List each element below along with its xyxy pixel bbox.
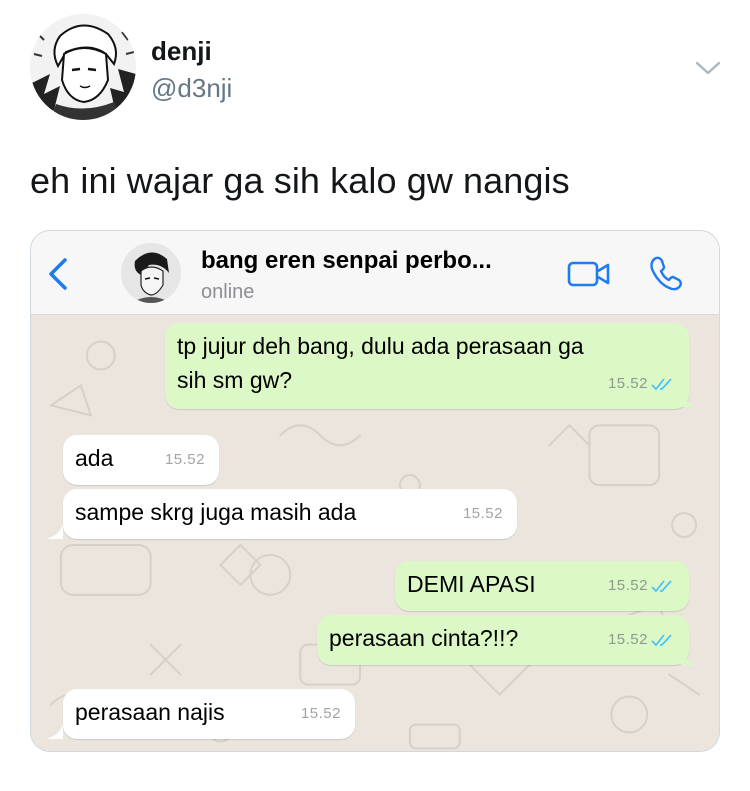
- contact-status: online: [201, 281, 255, 303]
- display-name[interactable]: denji: [151, 36, 212, 67]
- contact-name[interactable]: bang eren senpai perbo...: [201, 247, 492, 275]
- message-text: tp jujur deh bang, dulu ada perasaan ga: [177, 333, 584, 359]
- contact-avatar-icon[interactable]: [121, 243, 181, 303]
- message-incoming[interactable]: sampe skrg juga masih ada 15.52: [63, 489, 517, 539]
- message-outgoing[interactable]: perasaan cinta?!!? 15.52: [317, 615, 689, 665]
- double-check-icon: [651, 634, 672, 647]
- chat-header: bang eren senpai perbo... online: [31, 231, 719, 315]
- message-time: 15.52: [607, 375, 648, 392]
- user-handle[interactable]: @d3nji: [151, 73, 232, 104]
- profile-avatar-icon[interactable]: [30, 14, 136, 120]
- back-chevron-icon[interactable]: [45, 257, 71, 291]
- phone-call-icon[interactable]: [648, 255, 684, 291]
- message-text: sih sm gw?: [177, 367, 293, 393]
- video-call-icon[interactable]: [567, 259, 611, 289]
- message-time: 15.52: [300, 705, 341, 722]
- bubble-tail: [47, 525, 63, 539]
- chat-area[interactable]: tp jujur deh bang, dulu ada perasaan ga …: [31, 315, 719, 751]
- bubble-tail: [681, 393, 697, 407]
- message-outgoing[interactable]: tp jujur deh bang, dulu ada perasaan ga …: [165, 323, 689, 409]
- message-incoming[interactable]: perasaan najis 15.52: [63, 689, 355, 739]
- bubble-tail: [681, 651, 697, 665]
- bubble-tail: [47, 725, 63, 739]
- message-time: 15.52: [462, 505, 503, 522]
- chevron-down-icon[interactable]: [693, 58, 723, 78]
- double-check-icon: [651, 378, 672, 391]
- attached-image[interactable]: bang eren senpai perbo... online tp juju…: [30, 230, 720, 752]
- message-time: 15.52: [164, 451, 205, 468]
- message-outgoing[interactable]: DEMI APASI 15.52: [395, 561, 689, 611]
- message-incoming[interactable]: ada 15.52: [63, 435, 219, 485]
- message-time: 15.52: [607, 631, 648, 648]
- double-check-icon: [651, 580, 672, 593]
- message-text: sampe skrg juga masih ada: [75, 499, 357, 525]
- tweet-text: eh ini wajar ga sih kalo gw nangis: [30, 160, 570, 201]
- message-time: 15.52: [607, 577, 648, 594]
